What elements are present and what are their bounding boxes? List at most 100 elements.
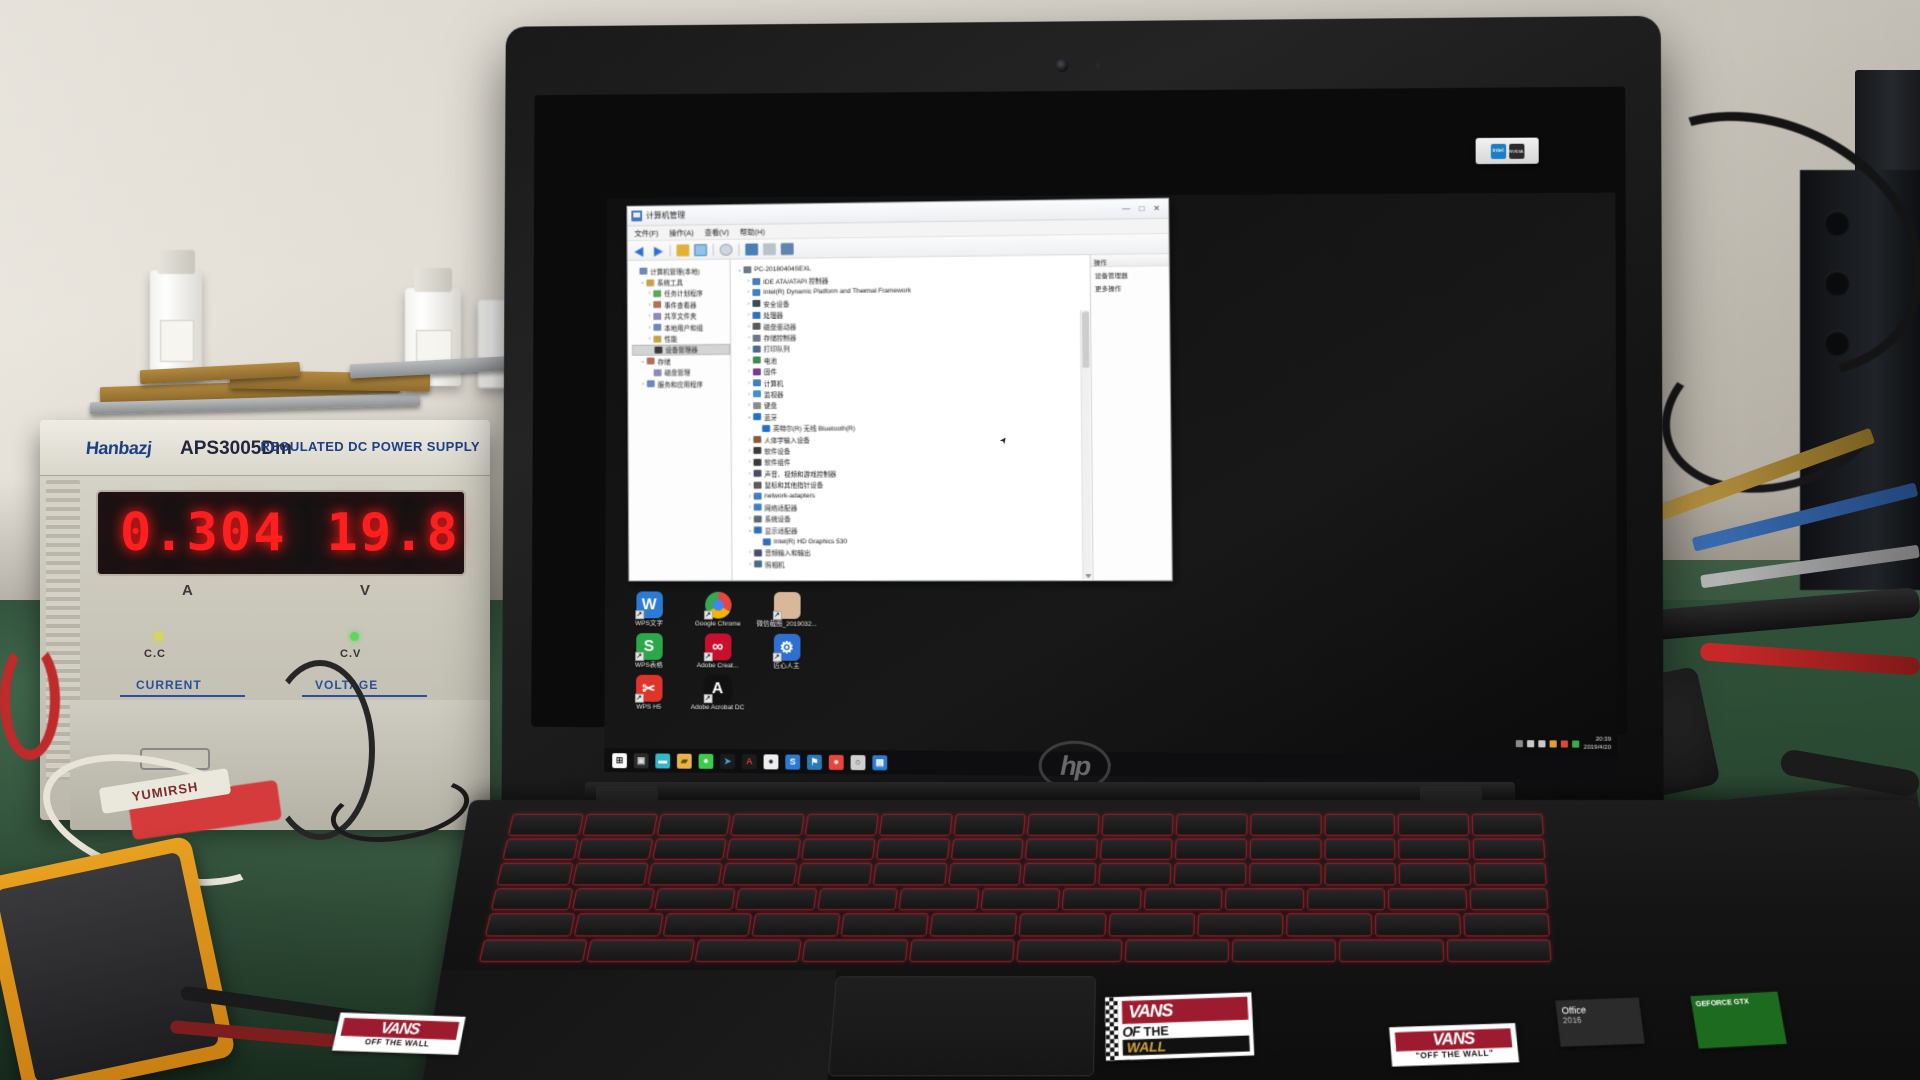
keyboard-key[interactable] [508,813,584,836]
google-chrome-icon[interactable]: ↗ [703,591,732,620]
keyboard-key[interactable] [1018,913,1107,936]
keyboard-key[interactable] [872,862,948,885]
menu-item-action[interactable]: 操作(A) [669,227,694,238]
console-tree-item[interactable]: 设备管理器 [632,343,731,356]
tray-clock[interactable]: 20:39 [1584,735,1611,743]
keyboard-key[interactable] [947,862,1023,885]
keyboard-key[interactable] [801,838,876,860]
computer-management-window[interactable]: 计算机管理 — □ ✕ 文件(F) 操作(A) 查看(V) 帮助(H) 计算机管… [626,197,1173,582]
desktop-icon[interactable]: ↗ Google Chrome [683,591,752,629]
console-tree-item[interactable]: › 本地用户和组 [632,321,730,333]
tree-twisty-icon[interactable]: ⌄ [745,414,753,420]
window-controls[interactable]: — □ ✕ [1122,203,1164,213]
tree-twisty-icon[interactable]: › [745,391,753,397]
tree-twisty-icon[interactable]: › [645,302,653,308]
tree-twisty-icon[interactable]: › [645,291,653,297]
keyboard-key[interactable] [1173,862,1247,885]
tree-twisty-icon[interactable]: › [745,323,753,329]
keyboard-key[interactable] [1025,838,1099,860]
screenshot-image-icon[interactable]: ↗ [772,591,801,620]
keyboard-key[interactable] [1027,813,1100,836]
keyboard-key[interactable] [656,813,732,836]
tree-twisty-icon[interactable]: › [746,550,754,556]
tree-twisty-icon[interactable]: › [745,380,753,386]
keyboard-key[interactable] [1249,838,1322,860]
console-tree-item[interactable]: › 性能 [632,332,730,344]
action-device-manager[interactable]: 设备管理器 [1091,266,1169,280]
device-tree-item[interactable]: › 音频输入和输出 [737,547,1092,559]
keyboard-key[interactable] [502,838,579,860]
keyboard-key[interactable] [726,838,802,860]
minimize-button[interactable]: — [1122,204,1130,213]
keyboard-key[interactable] [722,862,798,885]
folder-icon[interactable]: ▰ [676,753,692,769]
desktop-icon[interactable]: ⚙ ↗ 匠心人主 [752,633,821,671]
keyboard-key[interactable] [1398,838,1471,860]
tree-twisty-icon[interactable]: › [745,301,753,307]
device-tree-item[interactable]: ⌄ 显示适配器 [737,524,1092,536]
device-tree-pane[interactable]: ⌄ PC-20180404SEXL › IDE ATA/ATAPI 控制器 › Intel… [730,255,1093,581]
tree-twisty-icon[interactable]: › [745,335,753,341]
keyboard-key[interactable] [572,887,656,911]
wechat-icon[interactable]: ● [698,753,714,769]
list-view-icon[interactable] [694,243,707,256]
forward-arrow-icon[interactable] [651,245,664,256]
keyboard-key[interactable] [1174,838,1247,860]
refresh-icon[interactable] [719,243,733,256]
keyboard-key[interactable] [1061,887,1142,911]
keyboard-key[interactable] [950,838,1025,860]
computer-management-taskbar-icon[interactable]: ▤ [872,754,888,770]
keyboard-key[interactable] [1469,887,1549,911]
console-tree-pane[interactable]: 计算机管理(本地) ⌄ 系统工具 › 任务计划程序 › 事件查看器 › 共享文件夹 › 本地用户和组… [627,259,733,581]
wps-writer-icon[interactable]: W ↗ [634,591,663,620]
menu-item-file[interactable]: 文件(F) [634,227,658,238]
wps-spreadsheet-icon[interactable]: S ↗ [634,633,663,661]
keyboard-key[interactable] [586,938,695,963]
adobe-acrobat-icon[interactable]: A ↗ [703,675,731,704]
tree-twisty-icon[interactable]: › [746,471,754,477]
tree-twisty-icon[interactable]: › [745,437,753,443]
tree-twisty-icon[interactable]: › [746,459,754,465]
keyboard-key[interactable] [1339,938,1444,963]
keyboard-key[interactable] [573,913,664,936]
keyboard-key[interactable] [1324,862,1397,885]
tree-twisty-icon[interactable]: ⌄ [639,358,647,364]
tree-twisty-icon[interactable]: › [745,312,753,318]
keyboard-key[interactable] [653,887,737,911]
battery-icon[interactable] [1549,739,1558,747]
tree-twisty-icon[interactable]: › [746,493,754,499]
scrollbar-thumb[interactable] [1082,312,1090,368]
keyboard-key[interactable] [909,938,1016,963]
keyboard-key[interactable] [1446,938,1552,963]
touchpad[interactable] [827,976,1097,1077]
menu-item-view[interactable]: 查看(V) [704,226,729,237]
keyboard-key[interactable] [878,813,953,836]
tree-twisty-icon[interactable]: › [646,313,654,319]
tree-twisty-icon[interactable]: ⌄ [639,280,647,286]
photo-viewer-icon[interactable]: ⚑ [807,754,822,770]
menu-item-help[interactable]: 帮助(H) [740,226,765,237]
start-button-icon[interactable]: ⊞ [612,752,627,768]
keyboard-key[interactable] [577,838,653,860]
keyboard-key[interactable] [1023,862,1097,885]
adobe-creative-cloud-icon[interactable]: ∞ ↗ [703,633,732,662]
device-tree-item[interactable]: Intel(R) HD Graphics 530 [737,535,1092,547]
keyboard-key[interactable] [1463,913,1550,936]
qq-icon[interactable]: ● [763,753,779,769]
keyboard-key[interactable] [875,838,950,860]
keyboard-key[interactable] [898,887,980,911]
keyboard-key[interactable] [1107,913,1195,936]
tree-twisty-icon[interactable]: › [745,346,753,352]
tree-twisty-icon[interactable]: ⌄ [736,267,744,273]
keyboard-key[interactable] [1249,813,1322,836]
keyboard-key[interactable] [929,913,1018,936]
tree-twisty-icon[interactable]: › [745,403,753,409]
keyboard-key[interactable] [1324,813,1396,836]
desktop-icon[interactable]: ✂ ↗ WPS H5 [614,674,683,712]
device-tree-item[interactable]: › 系统设备 [737,512,1092,524]
device-tree-item[interactable]: › 照相机 [737,558,1092,570]
action-more-actions[interactable]: 更多操作 [1091,279,1169,293]
tray-date[interactable]: 2019/4/20 [1584,744,1611,752]
keyboard-key[interactable] [751,913,841,936]
tree-twisty-icon[interactable]: › [639,381,647,387]
